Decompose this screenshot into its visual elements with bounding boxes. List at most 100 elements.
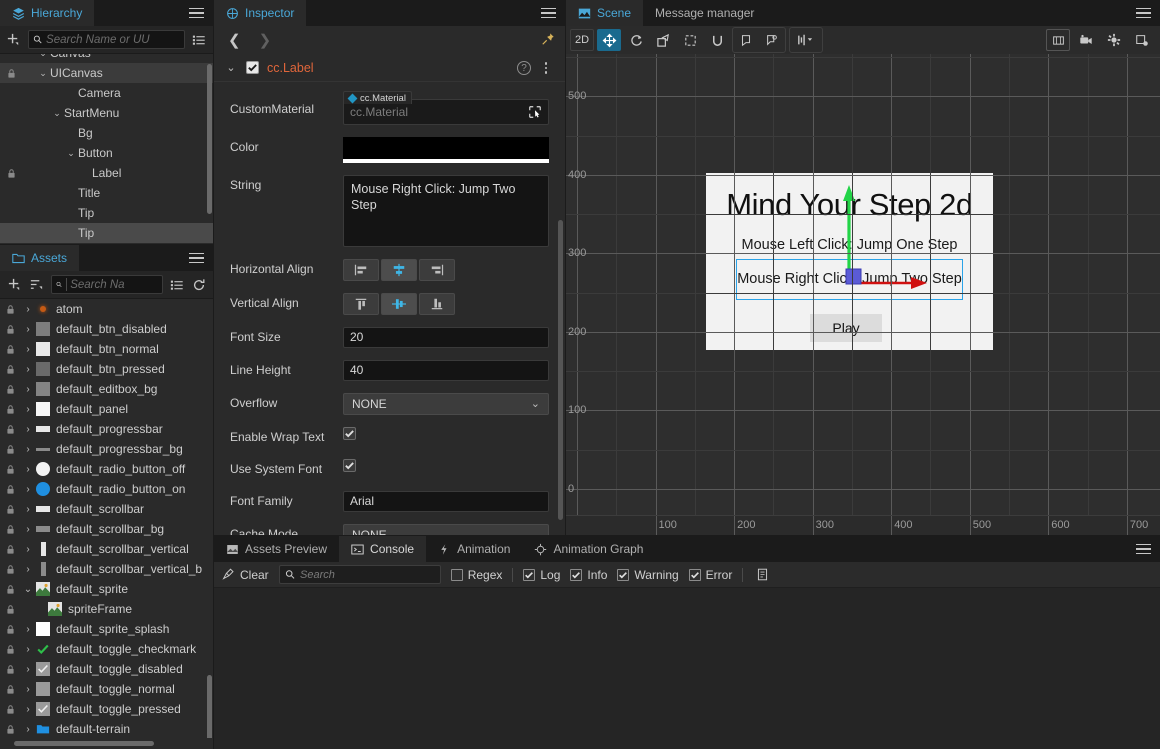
splitter-bottom[interactable] (214, 535, 1160, 536)
console-menu-button[interactable] (1132, 536, 1154, 562)
console-search[interactable] (279, 565, 441, 584)
pin-icon[interactable] (541, 32, 555, 49)
component-collapse-icon[interactable]: ⌄ (224, 61, 238, 74)
asset-row[interactable]: ›default_toggle_normal (0, 679, 213, 699)
cache-mode-select[interactable]: NONE ⌄ (343, 524, 549, 535)
filter-regex[interactable]: Regex (451, 568, 503, 582)
chevron-down-icon[interactable]: ⌄ (20, 584, 36, 595)
hierarchy-item-uicanvas[interactable]: ⌄UICanvas (0, 63, 213, 83)
chevron-right-icon[interactable]: › (20, 504, 36, 515)
tab-scene[interactable]: Scene (566, 0, 643, 26)
ruler-horizontal[interactable]: 100200300400500600700 (566, 515, 1160, 535)
toggle-2d-button[interactable]: 2D (570, 29, 594, 51)
tab-message-manager[interactable]: Message manager (643, 0, 766, 26)
asset-row[interactable]: ›default_scrollbar (0, 499, 213, 519)
chevron-right-icon[interactable]: › (20, 564, 36, 575)
font-family-input[interactable]: Arial (343, 491, 549, 512)
chevron-right-icon[interactable]: › (20, 384, 36, 395)
asset-row[interactable]: ›default_toggle_pressed (0, 699, 213, 719)
assets-list[interactable]: ›atom›default_btn_disabled›default_btn_n… (0, 299, 213, 738)
scene-viewport[interactable]: Mind Your Step 2d Mouse Left Click: Jump… (566, 28, 1160, 535)
chevron-right-icon[interactable]: › (20, 404, 36, 415)
tab-console[interactable]: Console (339, 536, 426, 562)
asset-row[interactable]: ›default_scrollbar_vertical (0, 539, 213, 559)
asset-row[interactable]: ›default_scrollbar_vertical_b (0, 559, 213, 579)
asset-row[interactable]: spriteFrame (0, 599, 213, 619)
hierarchy-item-camera[interactable]: Camera (0, 83, 213, 103)
play-button[interactable]: Play (810, 314, 882, 342)
component-options-icon[interactable] (539, 60, 553, 76)
hierarchy-item-tip[interactable]: Tip (0, 203, 213, 223)
splitter-hierarchy-assets[interactable] (0, 244, 213, 245)
hierarchy-menu-button[interactable] (185, 0, 207, 26)
chevron-right-icon[interactable]: › (20, 464, 36, 475)
asset-row[interactable]: ⌄default_sprite (0, 579, 213, 599)
hierarchy-item-bg[interactable]: Bg (0, 123, 213, 143)
hierarchy-search-input[interactable] (46, 34, 180, 46)
align-top-button[interactable] (343, 293, 379, 315)
line-height-input[interactable]: 40 (343, 360, 549, 381)
info-checkbox[interactable] (570, 569, 582, 581)
chevron-right-icon[interactable]: › (20, 704, 36, 715)
clear-console-button[interactable]: Clear (222, 568, 269, 582)
asset-row[interactable]: ›default_progressbar_bg (0, 439, 213, 459)
chevron-right-icon[interactable]: › (20, 524, 36, 535)
tab-assets-preview[interactable]: Assets Preview (214, 536, 339, 562)
tab-hierarchy[interactable]: Hierarchy (0, 0, 94, 26)
chevron-right-icon[interactable]: › (20, 664, 36, 675)
asset-row[interactable]: ›default-terrain (0, 719, 213, 738)
hierarchy-item-tip[interactable]: Tip (0, 223, 213, 243)
add-node-icon[interactable] (6, 31, 22, 49)
align-middle-button[interactable] (381, 293, 417, 315)
lock-icon[interactable] (0, 168, 22, 179)
asset-row[interactable]: ›atom (0, 299, 213, 319)
chevron-right-icon[interactable]: › (20, 684, 36, 695)
align-center-button[interactable] (381, 259, 417, 281)
filter-warning[interactable]: Warning (617, 568, 678, 582)
pick-node-icon[interactable] (528, 105, 542, 122)
asset-row[interactable]: ›default_toggle_checkmark (0, 639, 213, 659)
tab-inspector[interactable]: Inspector (214, 0, 306, 26)
chevron-right-icon[interactable]: › (20, 644, 36, 655)
assets-view-mode-icon[interactable] (169, 276, 185, 294)
regex-checkbox[interactable] (451, 569, 463, 581)
asset-row[interactable]: ›default_btn_pressed (0, 359, 213, 379)
splitter-inspector[interactable] (565, 0, 566, 535)
console-search-input[interactable] (300, 569, 435, 581)
scene-menu-button[interactable] (1132, 0, 1154, 26)
asset-row[interactable]: ›default_radio_button_off (0, 459, 213, 479)
tab-animation-graph[interactable]: Animation Graph (522, 536, 655, 562)
filter-log[interactable]: Log (523, 568, 560, 582)
asset-row[interactable]: ›default_panel (0, 399, 213, 419)
align-left-button[interactable] (343, 259, 379, 281)
filter-info[interactable]: Info (570, 568, 607, 582)
inspector-scrollbar[interactable] (558, 220, 563, 520)
asset-row[interactable]: ›default_btn_disabled (0, 319, 213, 339)
assets-search-input[interactable] (70, 279, 157, 291)
component-enabled-checkbox[interactable] (246, 61, 259, 74)
chevron-down-icon[interactable]: ⌄ (36, 68, 50, 79)
enable-wrap-text-checkbox[interactable] (343, 427, 356, 440)
help-icon[interactable]: ? (517, 61, 531, 75)
overflow-select[interactable]: NONE ⌄ (343, 393, 549, 415)
chevron-down-icon[interactable]: ⌄ (50, 108, 64, 119)
scale-tool-button[interactable] (651, 29, 675, 51)
magnet-tool-button[interactable] (705, 29, 729, 51)
log-checkbox[interactable] (523, 569, 535, 581)
assets-search[interactable] (51, 275, 163, 294)
add-asset-icon[interactable] (6, 276, 22, 294)
pivot-tool-button[interactable] (734, 29, 758, 51)
camera-icon[interactable] (1074, 29, 1098, 51)
chevron-right-icon[interactable]: › (20, 624, 36, 635)
chevron-right-icon[interactable]: › (20, 484, 36, 495)
chevron-right-icon[interactable]: › (20, 364, 36, 375)
align-right-button[interactable] (419, 259, 455, 281)
filter-error[interactable]: Error (689, 568, 733, 582)
rotate-tool-button[interactable] (624, 29, 648, 51)
tab-animation[interactable]: Animation (426, 536, 522, 562)
hierarchy-search[interactable] (28, 30, 186, 49)
asset-row[interactable]: ›default_sprite_splash (0, 619, 213, 639)
asset-row[interactable]: ›default_scrollbar_bg (0, 519, 213, 539)
use-system-font-checkbox[interactable] (343, 459, 356, 472)
effects-icon[interactable] (1130, 29, 1154, 51)
